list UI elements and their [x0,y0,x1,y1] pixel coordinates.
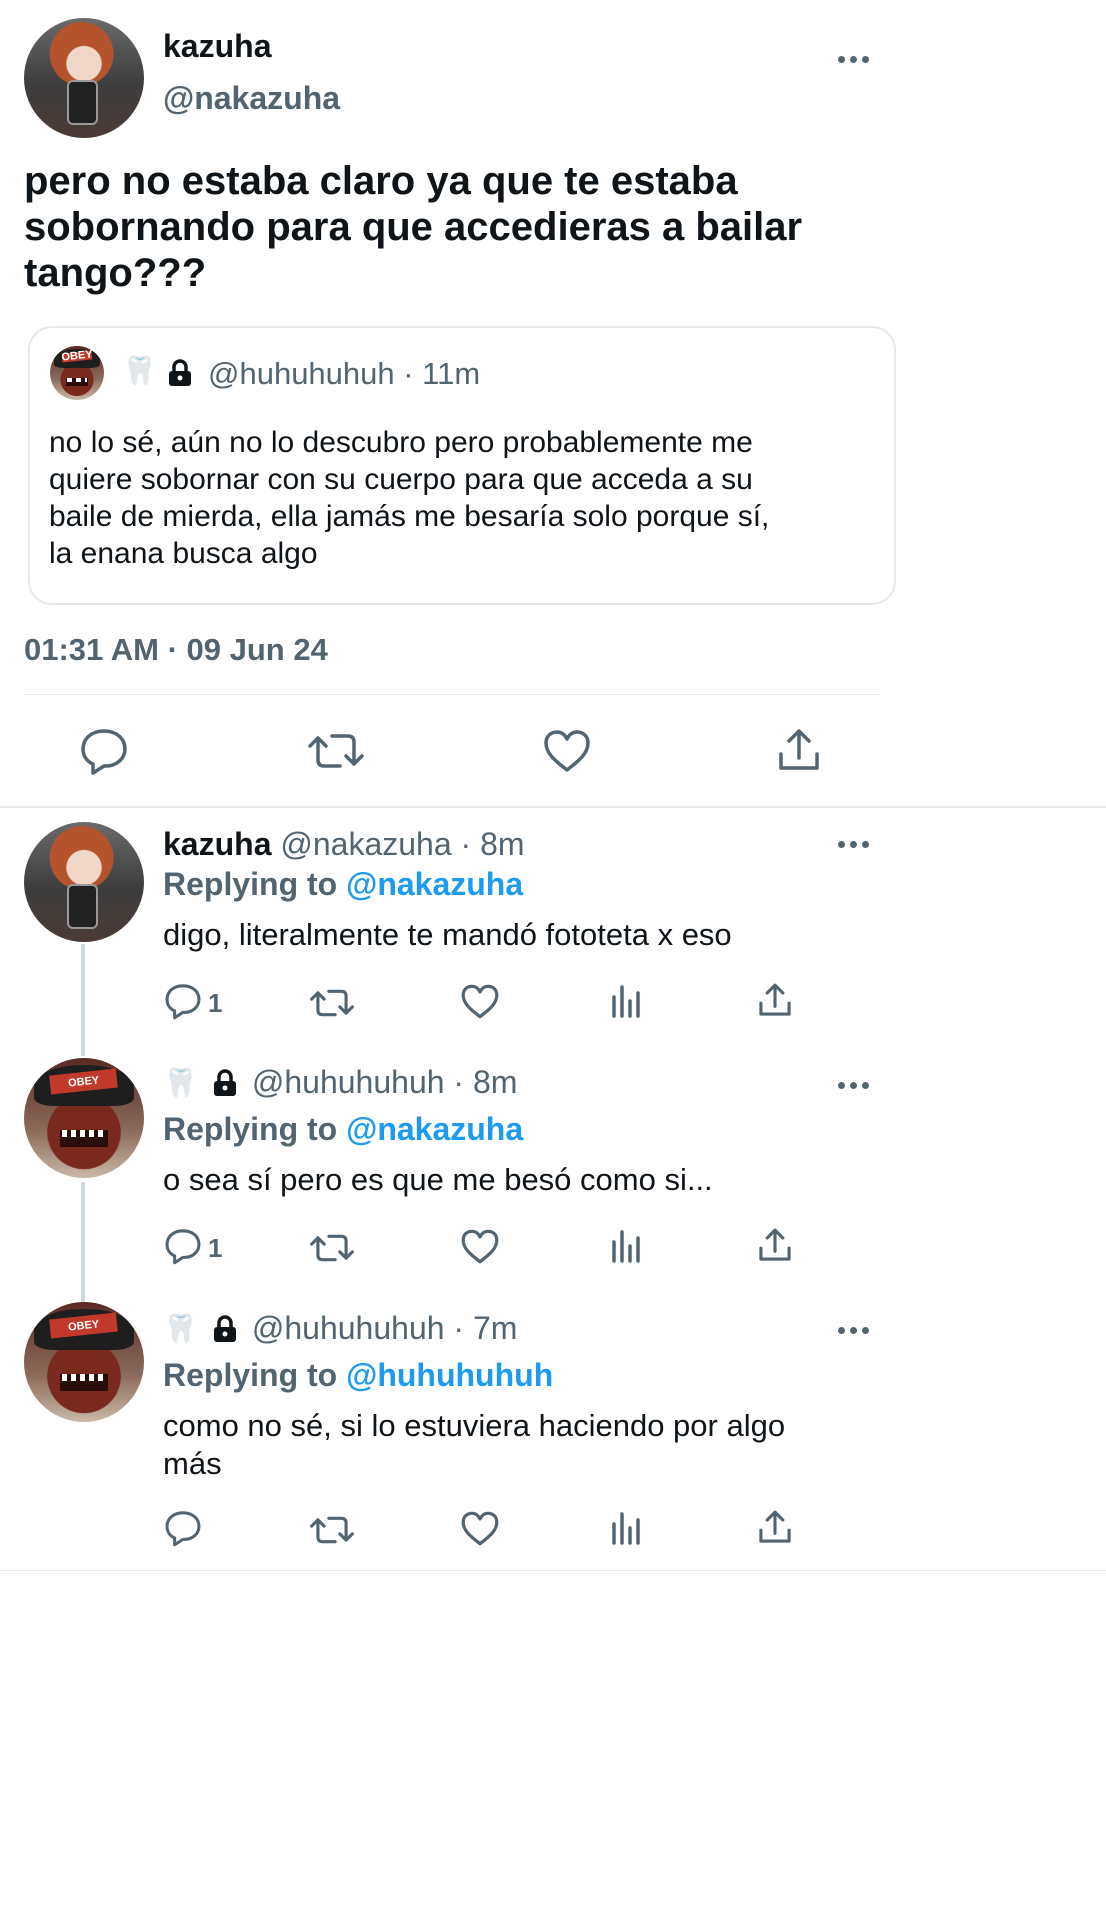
reply-header: 🦷 @huhuhuhuh · 7m [163,1310,517,1347]
retweet-icon[interactable] [310,1512,354,1548]
tooth-emoji: 🦷 [163,1313,198,1344]
like-icon[interactable] [542,728,592,774]
retweet-icon[interactable] [310,1230,354,1266]
more-options-icon[interactable] [838,1323,878,1337]
avatar[interactable] [24,822,144,942]
mention-link[interactable]: @huhuhuhuh [346,1357,553,1393]
reply-icon[interactable] [163,982,203,1020]
section-divider [0,806,1106,808]
reply-icon[interactable] [163,1227,203,1265]
views-icon[interactable] [610,1510,644,1546]
like-icon[interactable] [460,1228,500,1265]
share-icon[interactable] [757,1508,793,1546]
share-icon[interactable] [757,1226,793,1264]
like-icon[interactable] [460,983,500,1020]
lock-icon [210,1068,240,1097]
reply-text: digo, literalmente te mandó fototeta x e… [163,917,732,952]
reply-header: kazuha @nakazuha · 8m [163,826,525,863]
tooth-emoji: 🦷 [163,1067,198,1098]
reply-icon[interactable] [163,1509,203,1547]
handle-time[interactable]: @nakazuha · 8m [280,826,524,862]
reply-count: 1 [208,988,223,1018]
reply-header: 🦷 @huhuhuhuh · 8m [163,1064,517,1101]
more-options-icon[interactable] [838,837,878,851]
replying-to: Replying to @nakazuha [163,1111,524,1147]
lock-icon [165,359,195,387]
reply-count: 1 [208,1233,223,1263]
mention-link[interactable]: @nakazuha [346,1111,523,1147]
replying-to: Replying to @nakazuha [163,866,524,902]
avatar[interactable] [24,18,144,138]
timestamp[interactable]: 01:31 AM · 09 Jun 24 [24,632,328,668]
quoted-text: no lo sé, aún no lo descubro pero probab… [49,426,770,570]
retweet-icon[interactable] [310,985,354,1021]
reply-text: como no sé, si lo estuviera haciendo por… [163,1408,786,1481]
lock-icon [210,1314,240,1343]
divider [24,694,880,695]
views-icon[interactable] [610,1228,644,1264]
tooth-emoji: 🦷 [122,355,157,386]
mention-link[interactable]: @nakazuha [346,866,523,902]
like-icon[interactable] [460,1510,500,1547]
reply-icon[interactable] [78,726,130,776]
handle[interactable]: @nakazuha [163,80,340,117]
share-icon[interactable] [776,726,822,774]
display-name[interactable]: kazuha [163,826,271,862]
tweet-text: pero no estaba claro ya que te estaba so… [24,159,803,295]
quoted-handle-time: @huhuhuhuh · 11m [208,356,481,391]
thread-line [81,1182,85,1302]
replying-to: Replying to @huhuhuhuh [163,1357,554,1393]
avatar: OBEY [50,346,104,400]
avatar[interactable]: OBEY [24,1058,144,1178]
more-options-icon[interactable] [838,1078,878,1092]
reply-text: o sea sí pero es que me besó como si... [163,1162,713,1197]
views-icon[interactable] [610,983,644,1019]
display-name[interactable]: kazuha [163,28,271,65]
divider [0,1570,1106,1571]
handle-time[interactable]: @huhuhuhuh · 8m [252,1064,518,1101]
thread-line [81,944,85,1056]
handle-time[interactable]: @huhuhuhuh · 7m [252,1310,518,1347]
more-options-icon[interactable] [838,52,878,66]
share-icon[interactable] [757,981,793,1019]
avatar[interactable]: OBEY [24,1302,144,1422]
retweet-icon[interactable] [308,728,364,774]
